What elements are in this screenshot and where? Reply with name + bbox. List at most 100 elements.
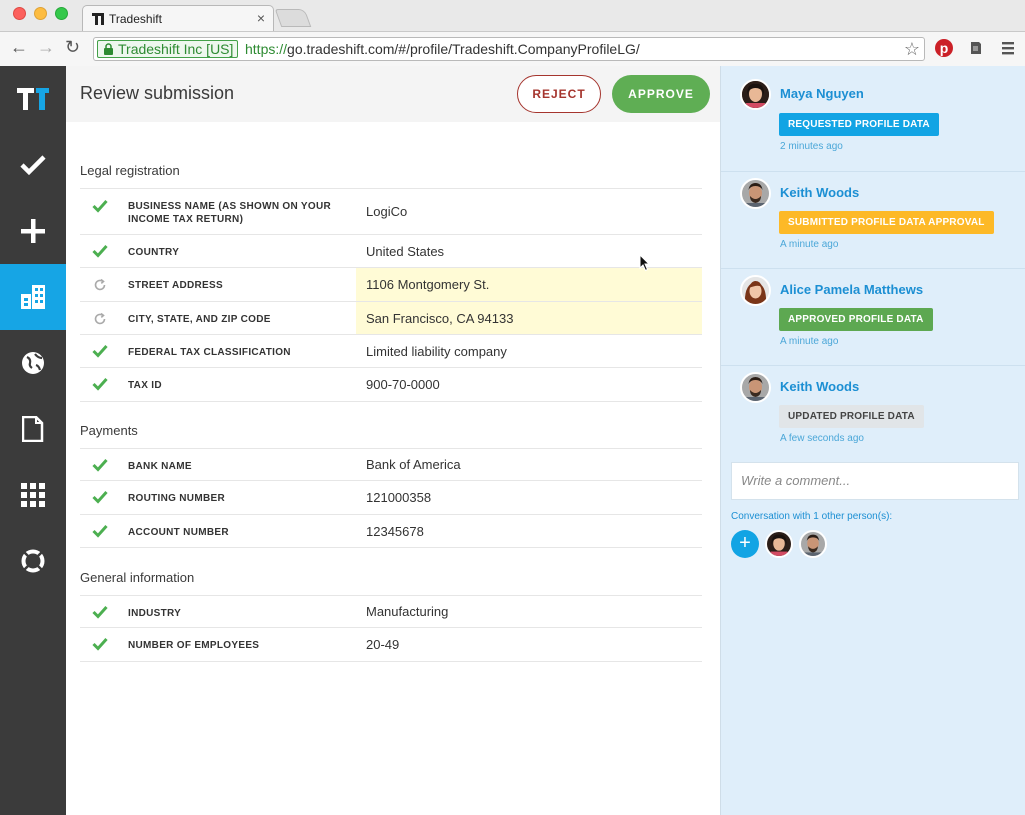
url-scheme: https:// (245, 41, 288, 57)
pinterest-icon[interactable]: p (934, 38, 954, 58)
table-row: TAX ID 900-70-0000 (80, 368, 702, 402)
activity-item: Maya Nguyen REQUESTED PROFILE DATA 2 min… (721, 66, 1025, 172)
field-value-text: 900-70-0000 (366, 377, 440, 392)
participant-avatar[interactable] (799, 530, 827, 558)
address-bar[interactable]: Tradeshift Inc [US] https://go.tradeshif… (93, 37, 925, 61)
close-window-button[interactable] (13, 7, 26, 20)
avatar[interactable] (740, 178, 771, 209)
field-label: COUNTRY (128, 247, 180, 258)
activity-user-name[interactable]: Keith Woods (780, 185, 859, 200)
browser-chrome: Tradeshift × ← → ↻ Tradeshift Inc [US] h… (0, 0, 1025, 66)
nav-globe-icon[interactable] (0, 330, 66, 396)
page-title: Review submission (80, 83, 235, 103)
status-badge: UPDATED PROFILE DATA (779, 405, 924, 428)
participant-avatar[interactable] (765, 530, 793, 558)
tab-title: Tradeshift (109, 12, 162, 26)
field-label: BANK NAME (128, 461, 192, 472)
minimize-window-button[interactable] (34, 7, 47, 20)
reload-icon[interactable]: ↻ (65, 38, 80, 56)
tradeshift-logo-icon[interactable] (0, 66, 66, 132)
status-badge: REQUESTED PROFILE DATA (779, 113, 939, 136)
table-row: BUSINESS NAME (AS SHOWN ON YOUR INCOME T… (80, 188, 702, 235)
table-row: COUNTRY United States (80, 235, 702, 268)
nav-document-icon[interactable] (0, 396, 66, 462)
forward-arrow-icon[interactable]: → (37, 38, 55, 56)
field-value: 121000358 (356, 481, 702, 514)
activity-item: Keith Woods SUBMITTED PROFILE DATA APPRO… (721, 172, 1025, 269)
mouse-cursor-icon (639, 254, 651, 272)
section-title: General information (80, 570, 195, 585)
field-value-text: LogiCo (366, 204, 408, 219)
browser-tab[interactable]: Tradeshift × (82, 5, 274, 31)
activity-time: A minute ago (780, 336, 839, 347)
field-value-text: 1106 Montgomery St. (366, 277, 490, 292)
field-value: 20-49 (356, 628, 702, 661)
field-label: NUMBER OF EMPLOYEES (128, 640, 260, 651)
new-tab-button[interactable] (274, 9, 312, 27)
section-title: Legal registration (80, 163, 180, 178)
table-row: STREET ADDRESS 1106 Montgomery St. (80, 268, 702, 302)
avatar[interactable] (740, 372, 771, 403)
field-value: LogiCo (356, 189, 702, 234)
field-label: CITY, STATE, AND ZIP CODE (128, 314, 271, 325)
approved-check-icon (92, 344, 108, 358)
activity-user-name[interactable]: Keith Woods (780, 379, 859, 394)
activity-user-name[interactable]: Maya Nguyen (780, 86, 864, 101)
approved-check-icon (92, 605, 108, 619)
field-value-text: Manufacturing (366, 604, 449, 619)
approved-check-icon (92, 377, 108, 391)
nav-company-icon[interactable] (0, 264, 66, 330)
approve-button[interactable]: APPROVE (612, 75, 710, 113)
conversation-label: Conversation with 1 other person(s): (731, 511, 893, 522)
activity-time: 2 minutes ago (780, 141, 843, 152)
menu-icon[interactable] (998, 38, 1018, 58)
nav-apps-grid-icon[interactable] (0, 462, 66, 528)
bookmark-star-icon[interactable]: ☆ (904, 39, 920, 59)
reject-button[interactable]: REJECT (517, 75, 601, 113)
field-value-text: 20-49 (366, 637, 400, 652)
field-value-text: 121000358 (366, 490, 432, 505)
url-path: go.tradeshift.com/#/profile/Tradeshift.C… (287, 41, 640, 57)
browser-toolbar: ← → ↻ Tradeshift Inc [US] https://go.tra… (0, 31, 1025, 66)
activity-user-name[interactable]: Alice Pamela Matthews (780, 282, 923, 297)
status-badge: SUBMITTED PROFILE DATA APPROVAL (779, 211, 994, 234)
field-value-text: 12345678 (366, 523, 424, 539)
ev-certificate-badge[interactable]: Tradeshift Inc [US] (97, 40, 239, 58)
avatar[interactable] (740, 275, 771, 306)
field-value-text: Limited liability company (366, 343, 507, 359)
review-header: Review submission REJECT APPROVE (66, 66, 720, 122)
nav-create-plus-icon[interactable] (0, 198, 66, 264)
maximize-window-button[interactable] (55, 7, 68, 20)
activity-item: Keith Woods UPDATED PROFILE DATA A few s… (721, 366, 1025, 452)
comment-input[interactable]: Write a comment... (731, 462, 1019, 500)
evernote-icon[interactable] (966, 38, 986, 58)
nav-tasks-check-icon[interactable] (0, 132, 66, 198)
nav-help-lifebuoy-icon[interactable] (0, 528, 66, 594)
lock-icon (104, 43, 113, 55)
back-arrow-icon[interactable]: ← (10, 38, 28, 56)
activity-panel: Maya Nguyen REQUESTED PROFILE DATA 2 min… (720, 66, 1025, 815)
approved-check-icon (92, 244, 108, 258)
approved-check-icon (92, 524, 108, 538)
field-label: ROUTING NUMBER (128, 493, 225, 504)
logo-mark (17, 88, 49, 110)
tab-close-icon[interactable]: × (257, 10, 265, 26)
approved-check-icon (92, 637, 108, 651)
review-main: Review submission REJECT APPROVE Legal r… (66, 66, 720, 815)
table-row: ACCOUNT NUMBER 12345678 (80, 515, 702, 548)
approved-check-icon (92, 458, 108, 472)
field-value: Bank of America (356, 449, 702, 480)
table-row: BANK NAME Bank of America (80, 448, 702, 481)
left-navigation (0, 66, 66, 815)
svg-text:p: p (940, 40, 949, 56)
field-value: Manufacturing (356, 596, 702, 627)
approved-check-icon (92, 490, 108, 504)
field-value: 12345678 (356, 515, 702, 547)
avatar[interactable] (740, 79, 771, 110)
url-text[interactable]: https://go.tradeshift.com/#/profile/Trad… (245, 41, 640, 57)
add-participant-button[interactable]: + (731, 530, 759, 558)
pending-refresh-icon (94, 312, 106, 325)
activity-item: Alice Pamela Matthews APPROVED PROFILE D… (721, 269, 1025, 366)
field-value: 900-70-0000 (356, 368, 702, 401)
section-title: Payments (80, 423, 138, 438)
